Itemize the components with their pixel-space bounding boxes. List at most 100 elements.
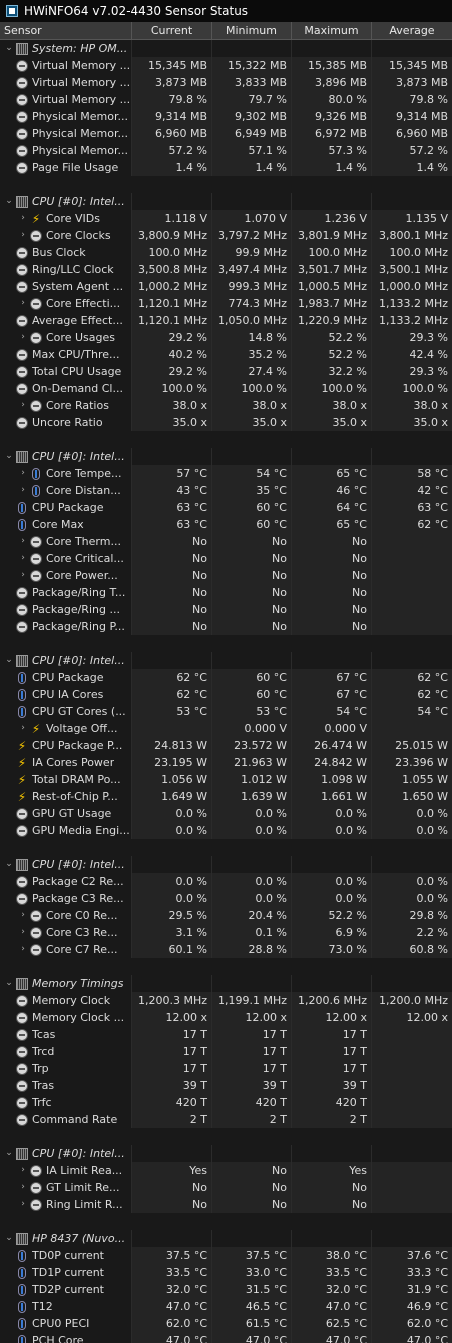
sensor-row[interactable]: › ⚡ Core VIDs 1.118 V 1.070 V 1.236 V 1.135 V [0,210,452,227]
sensor-row[interactable]: PCH Core 47.0 °C 47.0 °C 47.0 °C 47.0 °C [0,1332,452,1343]
sensor-row[interactable]: Command Rate 2 T2 T2 T [0,1111,452,1128]
expand-chevron-icon[interactable]: › [16,550,30,567]
sensor-row[interactable]: Trfc 420 T 420 T 420 T [0,1094,452,1111]
sensor-row[interactable]: › Core Distan... 43 °C 35 °C 46 °C 42 °C [0,482,452,499]
expand-chevron-icon[interactable]: › [16,567,30,584]
sensor-row[interactable]: › Core C3 Re... 3.1 % 0.1 % 6.9 % 2.2 % [0,924,452,941]
sensor-row[interactable]: CPU IA Cores 62 °C 60 °C 67 °C 62 °C [0,686,452,703]
sensor-row[interactable]: Package/Ring P... No No No [0,618,452,635]
sensor-row[interactable]: › Core Therm... No No No [0,533,452,550]
expand-chevron-icon[interactable]: › [16,1196,30,1213]
sensor-row[interactable]: ⚡ IA Cores Power 23.195 W 21.963 W 24.842 W2… [0,754,452,771]
sensor-row[interactable]: Trcd 17 T 17 T 17 T [0,1043,452,1060]
sensor-row[interactable]: Virtual Memory ... 79.8 % 79.7 % 80.0 % 79.8… [0,91,452,108]
sensor-row[interactable]: Total CPU Usage 29.2 % 27.4 % 32.2 % 29.3 % [0,363,452,380]
sensor-row[interactable]: › Core Effecti... 1,120.1 MHz 774.3 MHz 1,98… [0,295,452,312]
sensor-row[interactable]: Physical Memor... 6,960 MB 6,949 MB 6,972 M… [0,125,452,142]
expand-chevron-icon[interactable]: › [16,397,30,414]
sensor-row[interactable]: Package C3 Re... 0.0 % 0.0 % 0.0 % 0.0 % [0,890,452,907]
sensor-row[interactable]: Virtual Memory ... 3,873 MB 3,833 MB 3,896 … [0,74,452,91]
sensor-row[interactable]: Package/Ring T... No No No [0,584,452,601]
group-header[interactable]: ⌄ CPU [#0]: Intel... [0,856,452,873]
sensor-row[interactable]: CPU GT Cores (... 53 °C 53 °C 54 °C 54 °C [0,703,452,720]
sensor-row[interactable]: Virtual Memory ... 15,345 MB 15,322 MB 15,3… [0,57,452,74]
sensor-row[interactable]: CPU Package 63 °C 60 °C 64 °C 63 °C [0,499,452,516]
sensor-row[interactable]: ⚡ Total DRAM Po... 1.056 W 1.012 W 1.098 W 1.… [0,771,452,788]
group-header[interactable]: ⌄ System: HP OM... [0,40,452,57]
expand-chevron-icon[interactable]: › [16,227,30,244]
expand-chevron-icon[interactable]: › [16,720,30,737]
sensor-row[interactable]: › Core Ratios 38.0 x 38.0 x 38.0 x 38.0 x [0,397,452,414]
sensor-row[interactable]: › ⚡ Voltage Off... 0.000 V 0.000 V [0,720,452,737]
expand-chevron-icon[interactable]: › [16,329,30,346]
sensor-row[interactable]: TD1P current 33.5 °C 33.0 °C 33.5 °C 33.3 °C [0,1264,452,1281]
group-header[interactable]: ⌄ CPU [#0]: Intel... [0,193,452,210]
sensor-row[interactable]: › IA Limit Rea... Yes No Yes [0,1162,452,1179]
expand-chevron-icon[interactable]: › [16,941,30,958]
sensor-row[interactable]: › Core C7 Re... 60.1 % 28.8 % 73.0 % 60.8 % [0,941,452,958]
sensor-row[interactable]: Uncore Ratio 35.0 x 35.0 x 35.0 x 35.0 x [0,414,452,431]
expand-chevron-icon[interactable]: › [16,482,30,499]
sensor-row[interactable]: Average Effect... 1,120.1 MHz 1,050.0 MHz 1… [0,312,452,329]
sensor-row[interactable]: Trp 17 T 17 T 17 T [0,1060,452,1077]
sensor-row[interactable]: System Agent ... 1,000.2 MHz 999.3 MHz 1,00… [0,278,452,295]
sensor-row[interactable]: CPU Package 62 °C 60 °C 67 °C 62 °C [0,669,452,686]
header-minimum[interactable]: Minimum [212,22,292,39]
sensor-row[interactable]: › Core Clocks 3,800.9 MHz 3,797.2 MHz 3,801.… [0,227,452,244]
header-sensor[interactable]: Sensor [0,22,132,39]
sensor-row[interactable]: Core Max 63 °C 60 °C 65 °C 62 °C [0,516,452,533]
sensor-row[interactable]: Page File Usage 1.4 % 1.4 % 1.4 % 1.4 % [0,159,452,176]
expand-chevron-icon[interactable]: › [16,1179,30,1196]
header-current[interactable]: Current [132,22,212,39]
sensor-row[interactable]: Bus Clock 100.0 MHz 99.9 MHz 100.0 MHz 100.0… [0,244,452,261]
collapse-chevron-icon[interactable]: ⌄ [2,193,16,210]
sensor-row[interactable]: CPU0 PECI 62.0 °C 61.5 °C 62.5 °C 62.0 °C [0,1315,452,1332]
collapse-chevron-icon[interactable]: ⌄ [2,652,16,669]
sensor-row[interactable]: › Core Usages 29.2 % 14.8 % 52.2 % 29.3 % [0,329,452,346]
collapse-chevron-icon[interactable]: ⌄ [2,1230,16,1247]
sensor-row[interactable]: Tras 39 T 39 T 39 T [0,1077,452,1094]
expand-chevron-icon[interactable]: › [16,465,30,482]
collapse-chevron-icon[interactable]: ⌄ [2,40,16,57]
sensor-row[interactable]: › GT Limit Re... No No No [0,1179,452,1196]
sensor-row[interactable]: › Core Power... No No No [0,567,452,584]
expand-chevron-icon[interactable]: › [16,210,30,227]
sensor-row[interactable]: GPU GT Usage 0.0 % 0.0 % 0.0 % 0.0 % [0,805,452,822]
group-header[interactable]: ⌄ Memory Timings [0,975,452,992]
header-maximum[interactable]: Maximum [292,22,372,39]
sensor-row[interactable]: TD2P current 32.0 °C 31.5 °C 32.0 °C 31.9 °C [0,1281,452,1298]
expand-chevron-icon[interactable]: › [16,295,30,312]
group-header[interactable]: ⌄ CPU [#0]: Intel... [0,1145,452,1162]
sensor-row[interactable]: Max CPU/Thre... 40.2 % 35.2 % 52.2 % 42.4 % [0,346,452,363]
sensor-row[interactable]: Package/Ring ... No No No [0,601,452,618]
sensor-row[interactable]: Physical Memor... 57.2 % 57.1 % 57.3 % 57.2 … [0,142,452,159]
sensor-row[interactable]: Memory Clock ... 12.00 x 12.00 x 12.00 x 12.… [0,1009,452,1026]
group-header[interactable]: ⌄ CPU [#0]: Intel... [0,448,452,465]
expand-chevron-icon[interactable]: › [16,1162,30,1179]
sensor-row[interactable]: › Core C0 Re... 29.5 % 20.4 % 52.2 % 29.8 % [0,907,452,924]
group-header[interactable]: ⌄ HP 8437 (Nuvo... [0,1230,452,1247]
sensor-row[interactable]: On-Demand Cl... 100.0 % 100.0 % 100.0 % 100.… [0,380,452,397]
expand-chevron-icon[interactable]: › [16,533,30,550]
collapse-chevron-icon[interactable]: ⌄ [2,1145,16,1162]
header-average[interactable]: Average [372,22,452,39]
sensor-row[interactable]: › Ring Limit R... No No No [0,1196,452,1213]
sensor-row[interactable]: TD0P current 37.5 °C 37.5 °C 38.0 °C 37.6 °C [0,1247,452,1264]
sensor-row[interactable]: Tcas 17 T 17 T 17 T [0,1026,452,1043]
expand-chevron-icon[interactable]: › [16,924,30,941]
collapse-chevron-icon[interactable]: ⌄ [2,448,16,465]
sensor-row[interactable]: GPU Media Engi... 0.0 % 0.0 % 0.0 % 0.0 % [0,822,452,839]
sensor-row[interactable]: › Core Critical... No No No [0,550,452,567]
group-header[interactable]: ⌄ CPU [#0]: Intel... [0,652,452,669]
sensor-row[interactable]: Physical Memor... 9,314 MB 9,302 MB 9,326 M… [0,108,452,125]
collapse-chevron-icon[interactable]: ⌄ [2,975,16,992]
sensor-row[interactable]: T12 47.0 °C 46.5 °C 47.0 °C 46.9 °C [0,1298,452,1315]
sensor-row[interactable]: Ring/LLC Clock 3,500.8 MHz 3,497.4 MHz 3,50… [0,261,452,278]
collapse-chevron-icon[interactable]: ⌄ [2,856,16,873]
sensor-row[interactable]: ⚡ Rest-of-Chip P... 1.649 W 1.639 W 1.661 W1… [0,788,452,805]
expand-chevron-icon[interactable]: › [16,907,30,924]
sensor-row[interactable]: Memory Clock 1,200.3 MHz 1,199.1 MHz 1,200.… [0,992,452,1009]
sensor-row[interactable]: ⚡ CPU Package P... 24.813 W 23.572 W 26.474 … [0,737,452,754]
sensor-row[interactable]: › Core Tempe... 57 °C 54 °C 65 °C 58 °C [0,465,452,482]
sensor-row[interactable]: Package C2 Re... 0.0 % 0.0 % 0.0 % 0.0 % [0,873,452,890]
